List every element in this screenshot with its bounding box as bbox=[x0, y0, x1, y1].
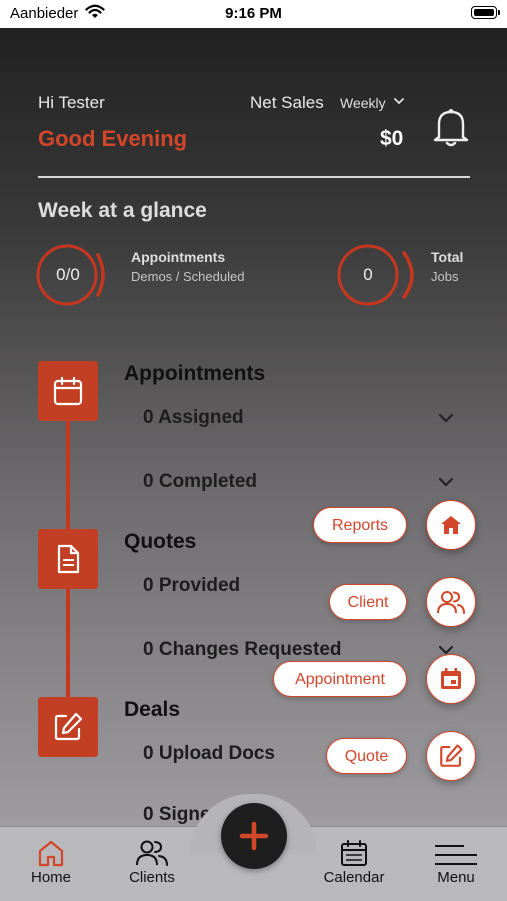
appointments-assigned-row[interactable]: 0 Assigned bbox=[143, 407, 244, 429]
chevron-down-icon[interactable] bbox=[437, 476, 455, 488]
document-icon bbox=[57, 544, 80, 574]
deals-section-title: Deals bbox=[124, 698, 181, 721]
users-icon bbox=[136, 840, 168, 866]
bell-icon[interactable] bbox=[432, 106, 470, 148]
week-at-a-glance-title: Week at a glance bbox=[38, 199, 207, 222]
home-icon bbox=[38, 840, 64, 867]
calendar-icon bbox=[341, 840, 367, 866]
plus-icon bbox=[239, 821, 269, 851]
client-label-button[interactable]: Client bbox=[329, 584, 407, 620]
appointments-timeline-icon bbox=[38, 361, 98, 421]
quote-label-button[interactable]: Quote bbox=[326, 738, 407, 774]
reports-fab-button[interactable] bbox=[426, 500, 476, 550]
quote-fab-button[interactable] bbox=[426, 731, 476, 781]
add-fab-button[interactable] bbox=[221, 803, 287, 869]
edit-icon bbox=[54, 712, 83, 741]
reports-label-button[interactable]: Reports bbox=[313, 507, 407, 543]
status-bar: Aanbieder 9:16 PM bbox=[0, 0, 507, 28]
tab-home[interactable]: Home bbox=[6, 837, 96, 886]
period-select[interactable]: Weekly bbox=[340, 95, 386, 111]
chevron-down-icon[interactable] bbox=[437, 412, 455, 424]
appointments-completed-row[interactable]: 0 Completed bbox=[143, 471, 257, 493]
jobs-ring-value: 0 bbox=[363, 265, 373, 284]
appointments-stat-label: Appointments bbox=[131, 249, 226, 265]
calendar-icon bbox=[441, 668, 461, 689]
appointment-label-button[interactable]: Appointment bbox=[273, 661, 407, 697]
net-sales-label: Net Sales bbox=[250, 93, 324, 112]
battery-icon bbox=[471, 6, 500, 19]
clock: 9:16 PM bbox=[225, 5, 282, 22]
deals-upload-docs-row[interactable]: 0 Upload Docs bbox=[143, 743, 275, 765]
client-fab-button[interactable] bbox=[426, 577, 476, 627]
home-icon bbox=[441, 516, 461, 534]
tab-home-label: Home bbox=[30, 869, 71, 886]
quotes-provided-row[interactable]: 0 Provided bbox=[143, 575, 240, 597]
chevron-down-icon[interactable] bbox=[394, 97, 404, 105]
appointments-stat-sub: Demos / Scheduled bbox=[131, 269, 245, 284]
tab-menu[interactable]: Menu bbox=[411, 837, 501, 886]
edit-icon bbox=[440, 744, 463, 767]
appointment-fab-button[interactable] bbox=[426, 654, 476, 704]
jobs-stat-label: Total bbox=[431, 249, 464, 265]
tab-menu-label: Menu bbox=[437, 869, 475, 886]
net-sales-amount: $0 bbox=[380, 127, 404, 150]
users-icon bbox=[437, 591, 465, 614]
tab-calendar[interactable]: Calendar bbox=[309, 837, 399, 886]
menu-icon bbox=[435, 845, 477, 865]
tab-clients-label: Clients bbox=[129, 869, 175, 886]
tab-calendar-label: Calendar bbox=[323, 869, 385, 886]
quotes-changes-requested-row[interactable]: 0 Changes Requested bbox=[143, 639, 342, 661]
appointments-ring-value: 0/0 bbox=[56, 265, 80, 284]
quotes-section-title: Quotes bbox=[124, 530, 197, 553]
salutation-text: Good Evening bbox=[38, 126, 188, 151]
greeting-text: Hi Tester bbox=[38, 93, 105, 112]
appointments-section-title: Appointments bbox=[124, 362, 266, 385]
calendar-icon bbox=[53, 376, 83, 406]
deals-timeline-icon bbox=[38, 697, 98, 757]
jobs-stat-sub: Jobs bbox=[431, 269, 459, 284]
header-divider bbox=[38, 176, 470, 178]
quotes-timeline-icon bbox=[38, 529, 98, 589]
tab-clients[interactable]: Clients bbox=[107, 837, 197, 886]
